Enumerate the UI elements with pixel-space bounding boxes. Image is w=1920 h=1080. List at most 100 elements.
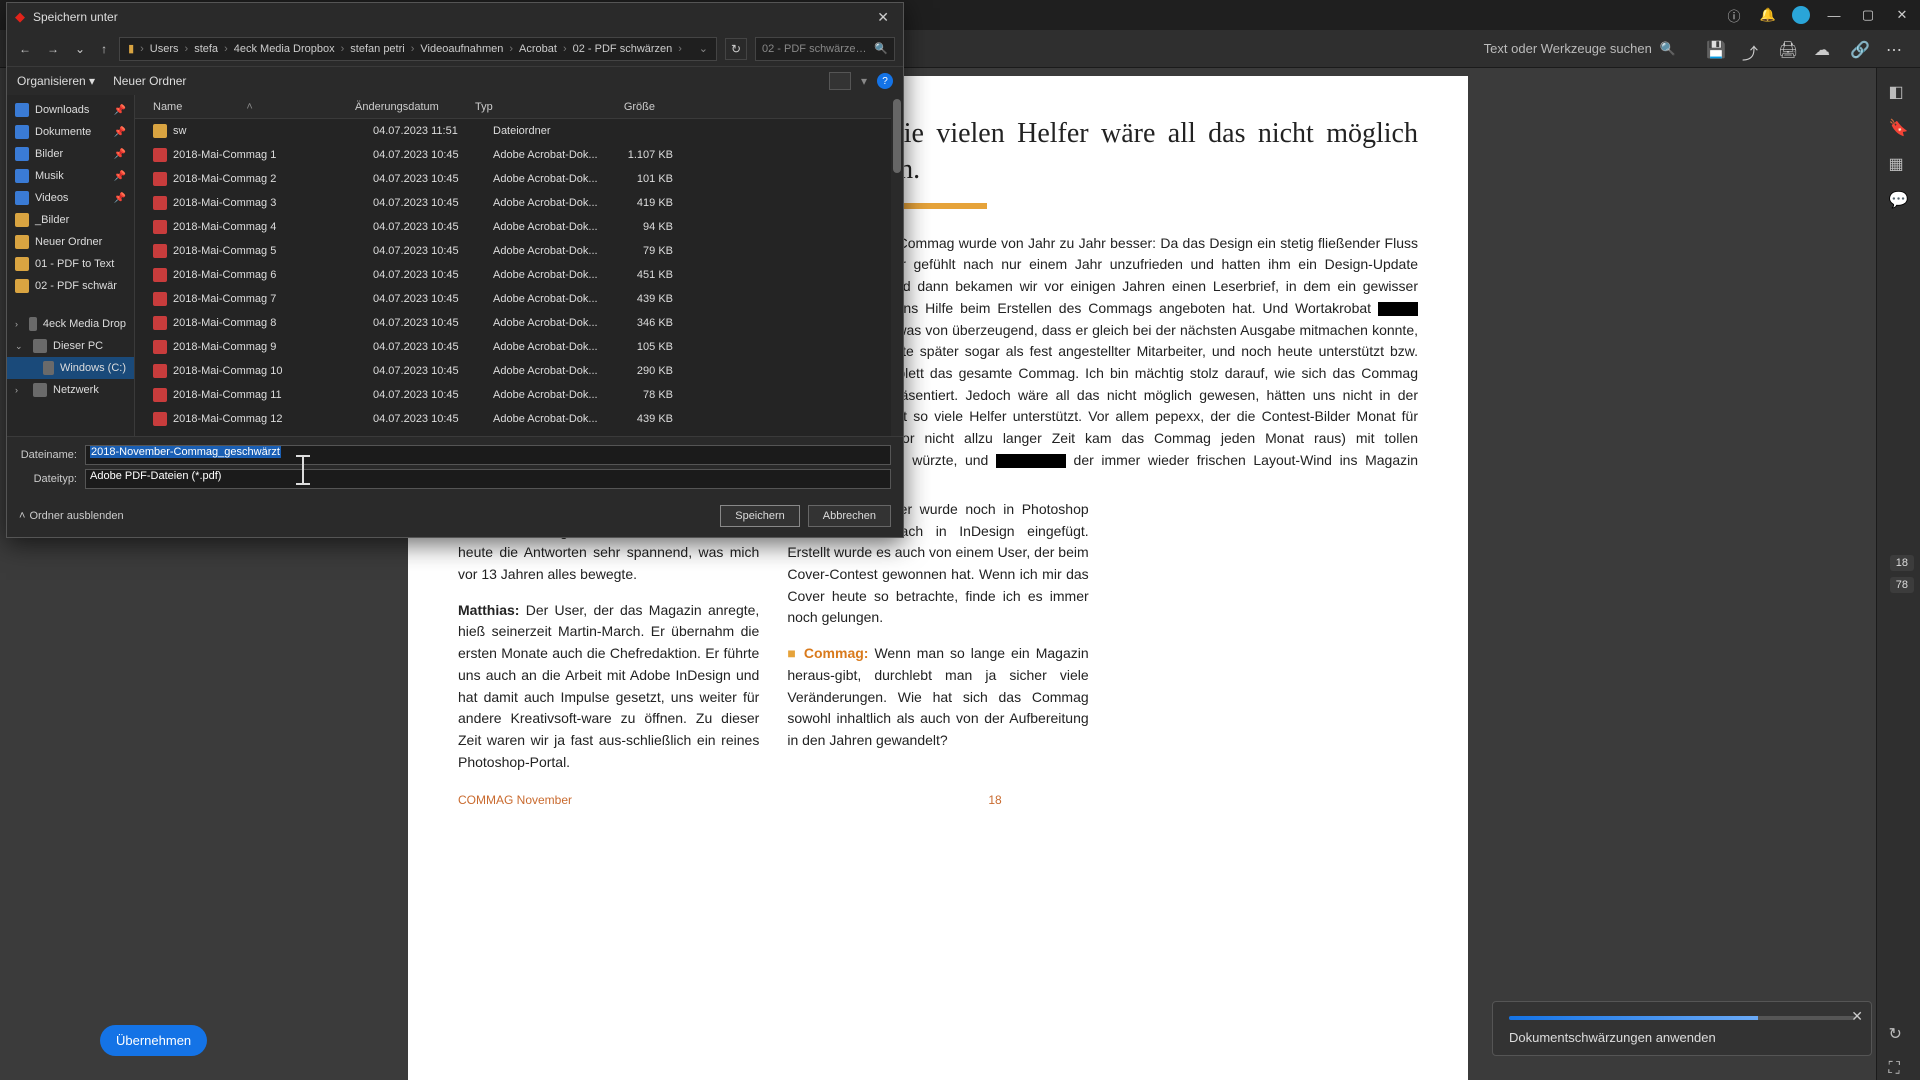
sidebar-item[interactable]: Neuer Ordner [7, 231, 134, 253]
expand-icon[interactable]: ⛶ [1889, 1060, 1909, 1080]
file-row[interactable]: 2018-Mai-Commag 12 04.07.2023 10:45 Adob… [135, 407, 903, 431]
new-folder-button[interactable]: Neuer Ordner [113, 74, 186, 88]
help-icon[interactable]: ? [877, 73, 893, 89]
view-mode-button[interactable] [829, 72, 851, 90]
scrollbar[interactable] [891, 95, 903, 436]
more-icon[interactable]: ⋯ [1886, 40, 1904, 58]
minimize-icon[interactable]: — [1824, 5, 1844, 25]
file-row[interactable]: 2018-Mai-Commag 6 04.07.2023 10:45 Adobe… [135, 263, 903, 287]
print-icon[interactable]: 🖨 [1778, 40, 1796, 58]
file-row[interactable]: 2018-Mai-Commag 13 04.07.2023 10:45 Adob… [135, 431, 903, 436]
cloud-icon[interactable]: ☁ [1814, 40, 1832, 58]
file-row[interactable]: 2018-Mai-Commag 7 04.07.2023 10:45 Adobe… [135, 287, 903, 311]
question-paragraph: Commag: Wenn man so lange ein Magazin he… [787, 643, 1088, 751]
global-search[interactable]: Text oder Werkzeuge suchen 🔍 [1484, 41, 1676, 57]
tree-item[interactable]: ›Netzwerk [7, 379, 134, 401]
organize-button[interactable]: Organisieren ▾ [17, 74, 95, 88]
bell-icon[interactable]: 🔔 [1758, 5, 1778, 25]
grid-icon[interactable]: ▦ [1889, 154, 1909, 174]
file-row[interactable]: 2018-Mai-Commag 4 04.07.2023 10:45 Adobe… [135, 215, 903, 239]
search-icon: 🔍 [1660, 41, 1676, 57]
speaker-label: Matthias: [458, 602, 519, 618]
toast-label: Dokumentschwärzungen anwenden [1509, 1030, 1855, 1045]
file-row[interactable]: sw 04.07.2023 11:51 Dateiordner [135, 119, 903, 143]
nav-forward-icon[interactable]: → [43, 38, 63, 60]
page-indicator[interactable]: 18 [1890, 555, 1914, 571]
search-placeholder: 02 - PDF schwärzen durchsu... [762, 43, 868, 55]
tree-item[interactable]: ›4eck Media Drop [7, 313, 134, 335]
page-total: 78 [1890, 577, 1914, 593]
body-paragraph: Stefan: Das Commag wurde von Jahr zu Jah… [817, 233, 1418, 493]
sidebar-item[interactable]: Videos📌 [7, 187, 134, 209]
maximize-icon[interactable]: ▢ [1858, 5, 1878, 25]
search-label: Text oder Werkzeuge suchen [1484, 41, 1652, 56]
file-list: Name ˄ Änderungsdatum Typ Größe sw 04.07… [135, 95, 903, 436]
sidebar-item[interactable]: _Bilder [7, 209, 134, 231]
sidebar-item[interactable]: 02 - PDF schwär [7, 275, 134, 297]
filename-fields: Dateiname: 2018-November-Commag_geschwär… [7, 436, 903, 499]
dialog-footer: ˄ Ordner ausblenden Speichern Abbrechen [7, 499, 903, 537]
avatar[interactable] [1792, 6, 1810, 24]
sidebar-item[interactable]: Musik📌 [7, 165, 134, 187]
nav-refresh-icon[interactable]: ↻ [725, 38, 747, 60]
close-icon[interactable]: ✕ [1892, 5, 1912, 25]
nav-back-icon[interactable]: ← [15, 38, 35, 60]
help-icon[interactable]: ⓘ [1724, 5, 1744, 25]
folder-icon: ▮ [128, 42, 134, 55]
file-row[interactable]: 2018-Mai-Commag 3 04.07.2023 10:45 Adobe… [135, 191, 903, 215]
file-list-header: Name ˄ Änderungsdatum Typ Größe [135, 95, 903, 119]
save-button[interactable]: Speichern [720, 505, 800, 527]
sidebar-item[interactable]: Bilder📌 [7, 143, 134, 165]
file-row[interactable]: 2018-Mai-Commag 1 04.07.2023 10:45 Adobe… [135, 143, 903, 167]
save-dialog: ◆ Speichern unter ✕ ← → ⌄ ↑ ▮ › Users› s… [6, 2, 904, 538]
nav-recent-icon[interactable]: ⌄ [71, 38, 89, 60]
col-name[interactable]: Name ˄ [135, 101, 355, 113]
col-size[interactable]: Größe [585, 101, 665, 113]
file-row[interactable]: 2018-Mai-Commag 10 04.07.2023 10:45 Adob… [135, 359, 903, 383]
comment-icon[interactable]: 💬 [1889, 190, 1909, 210]
filetype-select[interactable]: Adobe PDF-Dateien (*.pdf) [85, 469, 891, 489]
tree-item[interactable]: ⌄Dieser PC [7, 335, 134, 357]
pdf-app-icon: ◆ [15, 9, 25, 25]
toast-close-icon[interactable]: ✕ [1851, 1008, 1863, 1025]
bookmark-icon[interactable]: 🔖 [1889, 118, 1909, 138]
sidebar-item[interactable]: Dokumente📌 [7, 121, 134, 143]
body-paragraph: Matthias: Der User, der das Magazin anre… [458, 600, 759, 774]
dialog-nav: ← → ⌄ ↑ ▮ › Users› stefa› 4eck Media Dro… [7, 31, 903, 67]
share-icon[interactable]: ⤴ [1742, 40, 1760, 58]
file-row[interactable]: 2018-Mai-Commag 11 04.07.2023 10:45 Adob… [135, 383, 903, 407]
cancel-button[interactable]: Abbrechen [808, 505, 891, 527]
dialog-close-icon[interactable]: ✕ [871, 7, 895, 28]
dialog-toolbar: Organisieren ▾ Neuer Ordner ▾ ? [7, 67, 903, 95]
hide-folders-toggle[interactable]: ˄ Ordner ausblenden [19, 510, 124, 522]
progress-bar [1509, 1016, 1855, 1020]
breadcrumb[interactable]: ▮ › Users› stefa› 4eck Media Dropbox› st… [119, 37, 717, 61]
folder-search[interactable]: 02 - PDF schwärzen durchsu... 🔍 [755, 37, 895, 61]
col-date[interactable]: Änderungsdatum [355, 101, 475, 113]
file-row[interactable]: 2018-Mai-Commag 8 04.07.2023 10:45 Adobe… [135, 311, 903, 335]
panel-icon[interactable]: ◧ [1889, 82, 1909, 102]
file-row[interactable]: 2018-Mai-Commag 5 04.07.2023 10:45 Adobe… [135, 239, 903, 263]
apply-redactions-button[interactable]: Übernehmen [100, 1025, 207, 1056]
redaction-block [996, 454, 1066, 468]
scrollbar-thumb[interactable] [893, 99, 901, 173]
dialog-titlebar: ◆ Speichern unter ✕ [7, 3, 903, 31]
footer-page-number: 18 [988, 793, 1001, 807]
search-icon: 🔍 [874, 42, 888, 55]
tree-item[interactable]: Windows (C:) [7, 357, 134, 379]
sidebar-item[interactable]: Downloads📌 [7, 99, 134, 121]
redaction-block [1378, 302, 1418, 316]
progress-toast: ✕ Dokumentschwärzungen anwenden [1492, 1001, 1872, 1056]
filetype-label: Dateityp: [19, 473, 77, 485]
refresh-icon[interactable]: ↻ [1889, 1024, 1909, 1044]
filename-input[interactable]: 2018-November-Commag_geschwärzt [85, 445, 891, 465]
col-type[interactable]: Typ [475, 101, 585, 113]
chevron-up-icon: ˄ [19, 510, 25, 522]
question-label: Commag: [787, 645, 868, 661]
sidebar-item[interactable]: 01 - PDF to Text [7, 253, 134, 275]
link-icon[interactable]: 🔗 [1850, 40, 1868, 58]
file-row[interactable]: 2018-Mai-Commag 2 04.07.2023 10:45 Adobe… [135, 167, 903, 191]
file-row[interactable]: 2018-Mai-Commag 9 04.07.2023 10:45 Adobe… [135, 335, 903, 359]
nav-up-icon[interactable]: ↑ [97, 38, 111, 60]
save-icon[interactable]: 💾 [1706, 40, 1724, 58]
